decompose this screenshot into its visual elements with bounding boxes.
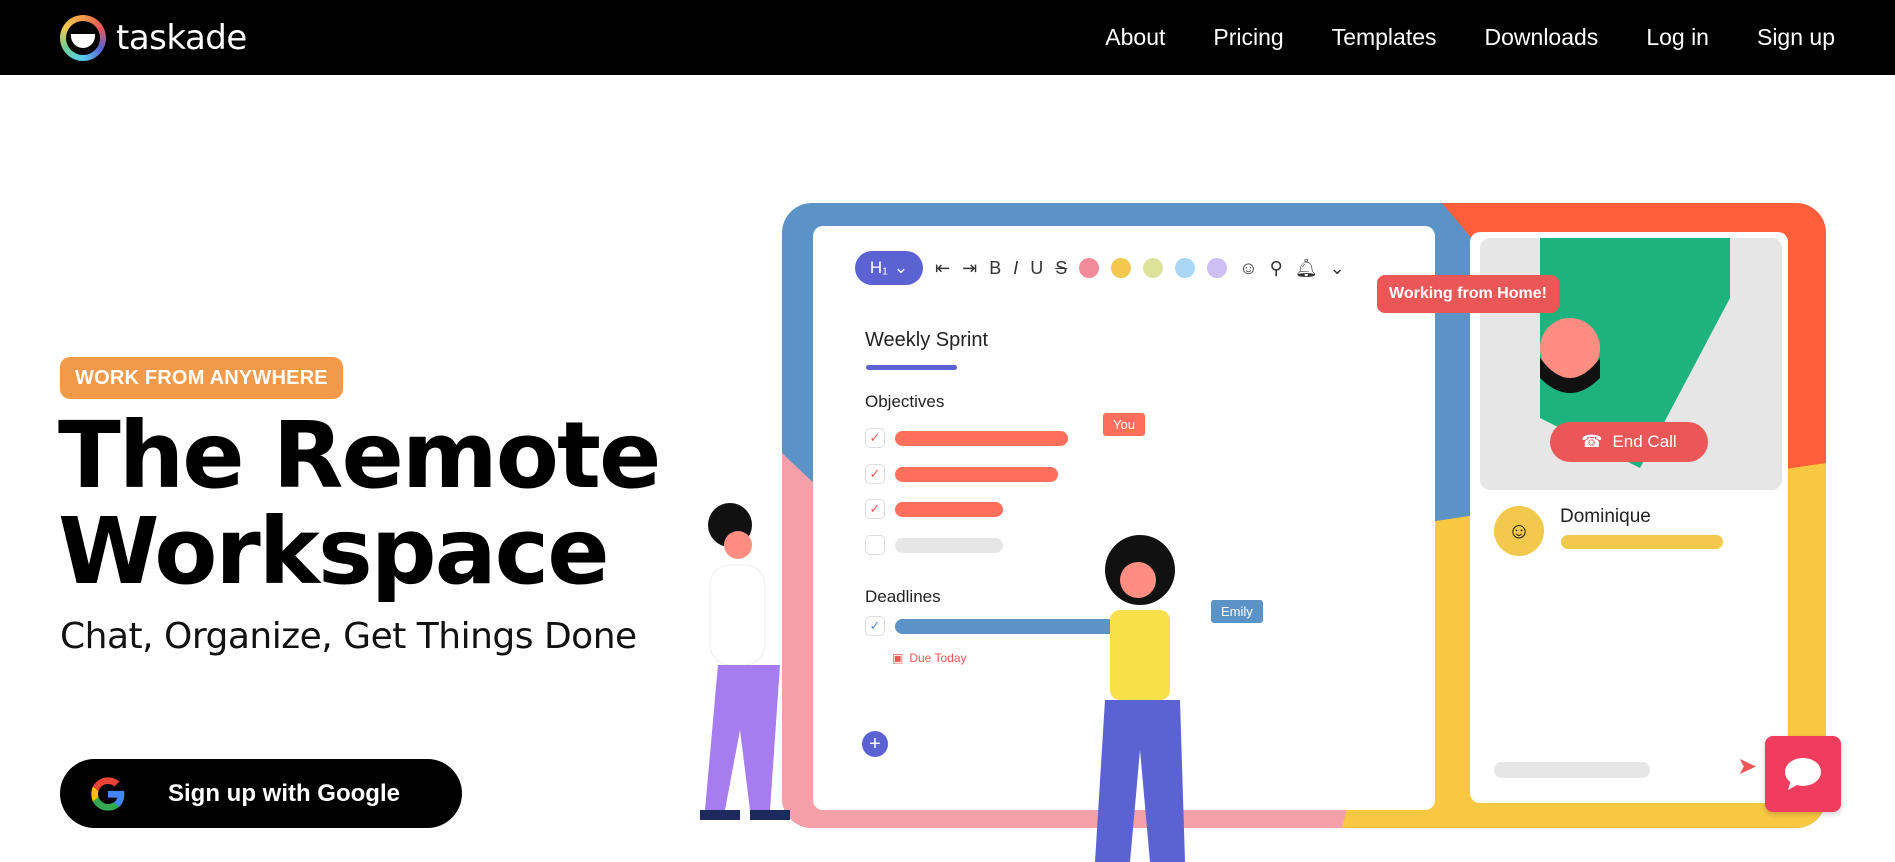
strike-button[interactable]: S bbox=[1055, 258, 1067, 279]
task-bar bbox=[895, 466, 1058, 482]
hero-headline: The Remote Workspace bbox=[58, 402, 661, 605]
add-task-button[interactable]: + bbox=[862, 731, 888, 757]
checkbox-icon[interactable]: ✓ bbox=[865, 464, 885, 484]
status-bubble: Working from Home! bbox=[1377, 275, 1559, 313]
task-row[interactable]: ✓ bbox=[865, 499, 1003, 519]
task-bar bbox=[895, 537, 1003, 553]
editor-toolbar: H₁ ⌄ ⇤ ⇥ B I U S ☺ ⚲ 🔔︎ ⌄ bbox=[855, 251, 1345, 285]
color-dot-lime[interactable] bbox=[1143, 258, 1164, 278]
indent-icon[interactable]: ⇥ bbox=[962, 258, 977, 279]
nav-link-about[interactable]: About bbox=[1105, 24, 1165, 51]
hero-subhead: Chat, Organize, Get Things Done bbox=[60, 616, 637, 657]
bell-icon[interactable]: 🔔︎ bbox=[1295, 258, 1318, 279]
checkbox-icon[interactable]: ✓ bbox=[865, 499, 885, 519]
calendar-icon: ▣ bbox=[892, 651, 904, 665]
chevron-down-icon: ⌄ bbox=[893, 258, 909, 277]
avatar: ☺ bbox=[1494, 506, 1544, 556]
chat-input[interactable] bbox=[1494, 762, 1650, 778]
chat-bubble-icon bbox=[1785, 758, 1821, 790]
task-row[interactable]: ✓ bbox=[865, 428, 1068, 448]
heading-dropdown[interactable]: H₁ ⌄ bbox=[855, 251, 923, 285]
nav-link-templates[interactable]: Templates bbox=[1332, 24, 1437, 51]
headline-line-1: The Remote bbox=[58, 402, 661, 509]
headline-line-2: Workspace bbox=[58, 498, 610, 605]
google-signup-label: Sign up with Google bbox=[168, 779, 400, 807]
cursor-tag-you: You bbox=[1103, 413, 1145, 436]
chat-widget-button[interactable] bbox=[1765, 736, 1841, 812]
end-call-button[interactable]: ☎ End Call bbox=[1550, 422, 1708, 462]
task-row[interactable]: ✓ bbox=[865, 464, 1058, 484]
checkbox-icon[interactable]: ✓ bbox=[865, 616, 885, 636]
emoji-icon[interactable]: ☺ bbox=[1239, 258, 1257, 279]
task-bar bbox=[895, 501, 1003, 517]
nav-link-pricing[interactable]: Pricing bbox=[1213, 24, 1283, 51]
chevron-down-icon[interactable]: ⌄ bbox=[1330, 258, 1345, 279]
google-icon bbox=[91, 776, 125, 811]
checkbox-icon[interactable] bbox=[865, 535, 885, 555]
color-dot-blue[interactable] bbox=[1175, 258, 1196, 278]
character-left bbox=[700, 503, 790, 820]
italic-button[interactable]: I bbox=[1013, 258, 1018, 279]
nav-link-login[interactable]: Log in bbox=[1646, 24, 1709, 51]
taskade-logo-icon bbox=[60, 15, 106, 61]
task-row[interactable] bbox=[865, 535, 1003, 555]
color-dot-lavender[interactable] bbox=[1207, 258, 1228, 278]
send-icon[interactable]: ➤ bbox=[1737, 752, 1757, 781]
underline-button[interactable]: U bbox=[1030, 258, 1043, 279]
chat-message-bar bbox=[1561, 535, 1723, 549]
top-nav: taskade About Pricing Templates Download… bbox=[0, 0, 1895, 75]
bold-button[interactable]: B bbox=[989, 258, 1001, 279]
hero-badge: WORK FROM ANYWHERE bbox=[60, 357, 343, 399]
search-icon[interactable]: ⚲ bbox=[1270, 258, 1283, 279]
google-signup-button[interactable]: Sign up with Google bbox=[60, 759, 462, 828]
title-underline bbox=[866, 365, 957, 370]
logo[interactable]: taskade bbox=[60, 15, 247, 61]
due-label: ▣ Due Today bbox=[892, 651, 967, 665]
section-deadlines: Deadlines bbox=[865, 587, 941, 606]
color-dot-yellow[interactable] bbox=[1111, 258, 1132, 278]
hero-illustration: H₁ ⌄ ⇤ ⇥ B I U S ☺ ⚲ 🔔︎ ⌄ Weekly Sprint O… bbox=[660, 190, 1840, 862]
character-center bbox=[1095, 535, 1185, 862]
chat-user-name: Dominique bbox=[1560, 506, 1651, 527]
task-bar bbox=[895, 430, 1068, 446]
logo-text: taskade bbox=[116, 18, 247, 58]
nav-links: About Pricing Templates Downloads Log in… bbox=[1105, 0, 1835, 75]
section-objectives: Objectives bbox=[865, 392, 945, 411]
nav-link-downloads[interactable]: Downloads bbox=[1485, 24, 1599, 51]
phone-icon: ☎ bbox=[1581, 432, 1603, 451]
doc-title: Weekly Sprint bbox=[865, 329, 989, 351]
outdent-icon[interactable]: ⇤ bbox=[935, 258, 950, 279]
color-dot-pink[interactable] bbox=[1079, 258, 1100, 278]
checkbox-icon[interactable]: ✓ bbox=[865, 428, 885, 448]
nav-link-signup[interactable]: Sign up bbox=[1757, 24, 1835, 51]
